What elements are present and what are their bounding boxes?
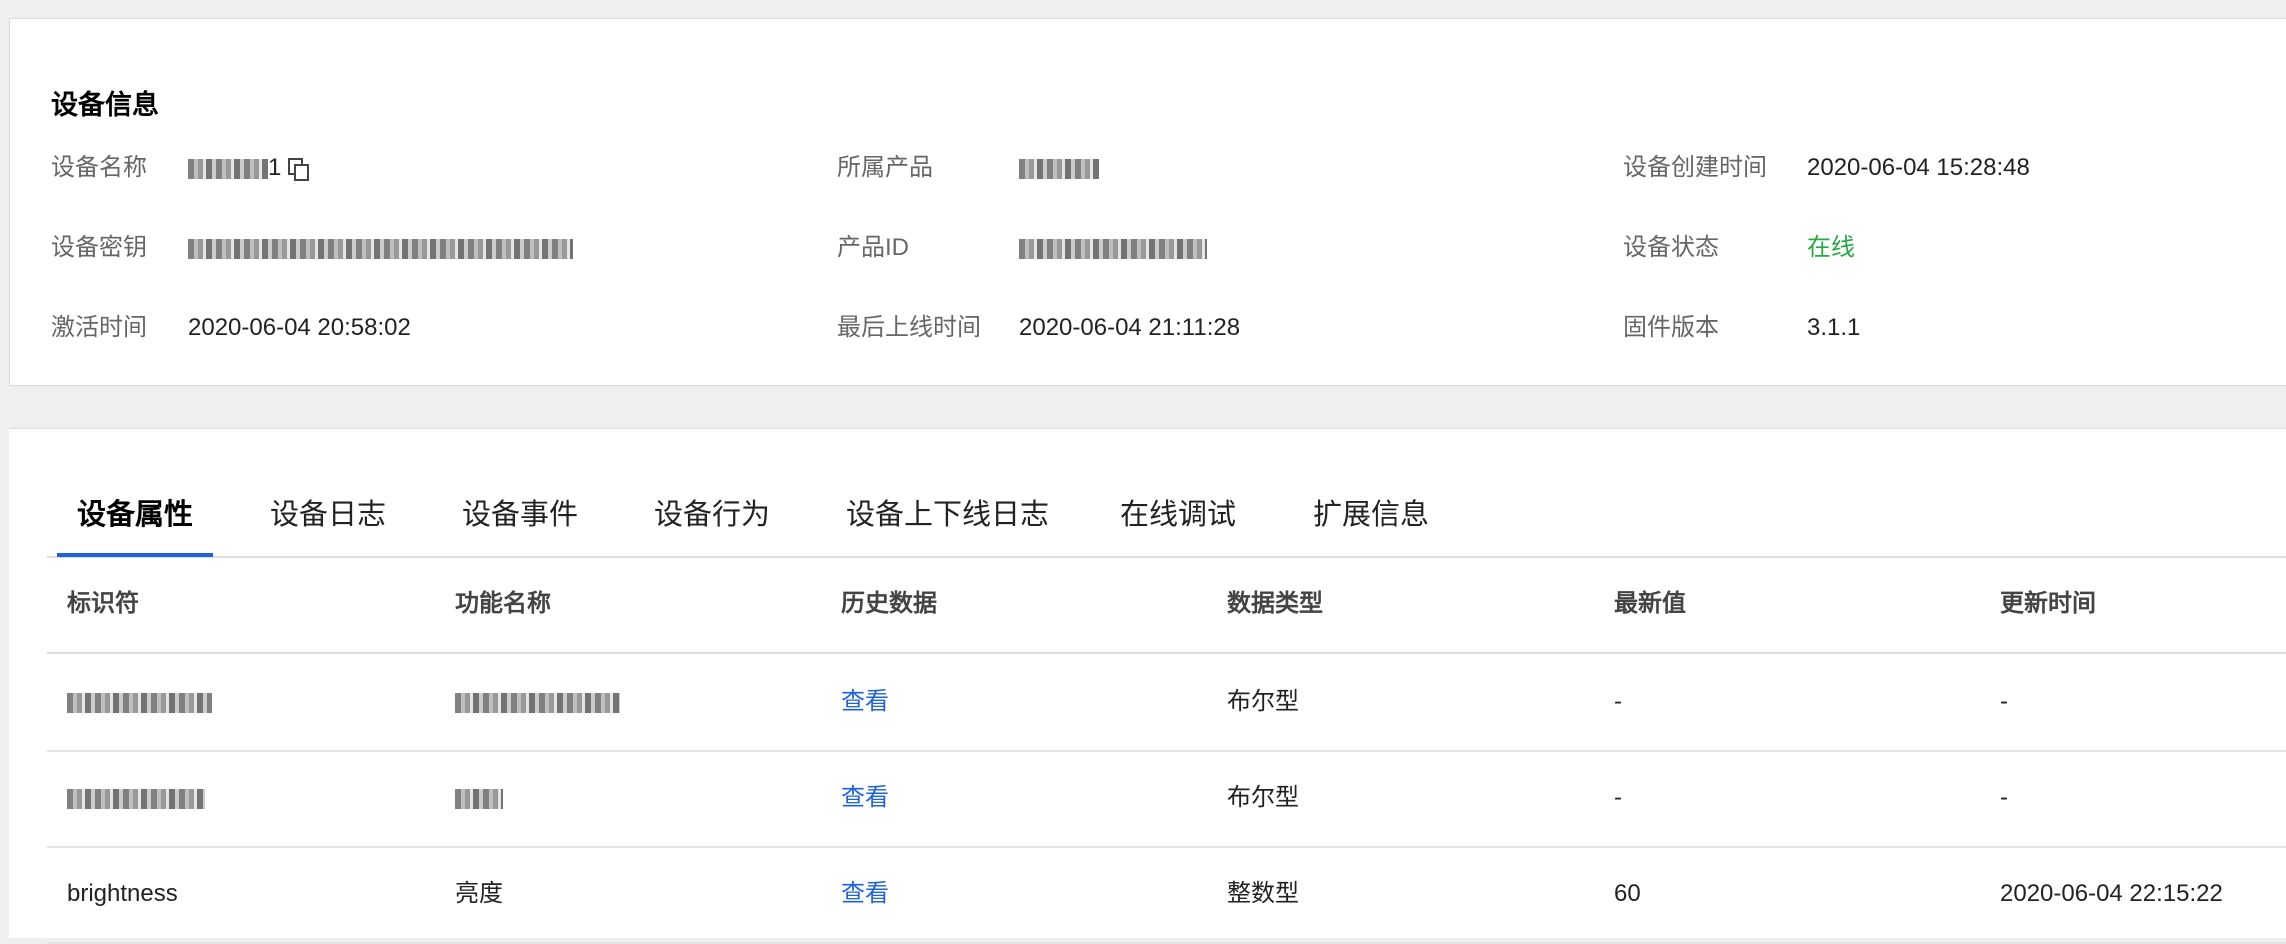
product-label: 所属产品: [837, 154, 933, 181]
header-update-time: 更新时间: [2000, 590, 2096, 617]
update-time-cell: -: [2000, 784, 2008, 811]
device-secret-value: [188, 233, 573, 263]
device-name-value: 1: [188, 153, 281, 183]
last-online-time-value: 2020-06-04 21:11:28: [1019, 314, 1241, 341]
device-detail-card: 设备属性 设备日志 设备事件 设备行为 设备上下线日志 在线调试 扩展信息 标识…: [9, 428, 2286, 944]
header-data-type: 数据类型: [1227, 590, 1323, 617]
identifier-cell: brightness: [67, 880, 178, 907]
latest-value-cell: -: [1614, 688, 1622, 715]
latest-value-cell: -: [1614, 784, 1622, 811]
redacted-identifier: [67, 788, 205, 809]
tab-online-offline-logs[interactable]: 设备上下线日志: [846, 473, 1049, 554]
tab-device-logs[interactable]: 设备日志: [270, 473, 386, 554]
redacted-function-name: [455, 788, 503, 809]
update-time-cell: -: [2000, 688, 2008, 715]
create-time-label: 设备创建时间: [1623, 154, 1767, 181]
tab-extended-info[interactable]: 扩展信息: [1313, 473, 1429, 554]
table-row: brightness 亮度 查看 整数型 60 2020-06-04 22:15…: [47, 846, 2286, 944]
device-status-value: 在线: [1807, 234, 1855, 261]
identifier-cell: [67, 750, 205, 846]
tab-device-events[interactable]: 设备事件: [462, 473, 578, 554]
last-online-time-label: 最后上线时间: [837, 314, 981, 341]
tab-device-properties[interactable]: 设备属性: [56, 473, 214, 557]
redacted-identifier: [67, 692, 212, 713]
tab-device-actions[interactable]: 设备行为: [654, 473, 770, 554]
device-name-label: 设备名称: [51, 154, 147, 181]
copy-icon[interactable]: [288, 158, 310, 182]
redacted-device-name: [188, 158, 268, 179]
device-status-label: 设备状态: [1623, 234, 1719, 261]
firmware-version-label: 固件版本: [1623, 314, 1719, 341]
tab-bar: 设备属性 设备日志 设备事件 设备行为 设备上下线日志 在线调试 扩展信息: [47, 473, 2286, 558]
data-type-cell: 布尔型: [1227, 688, 1299, 715]
table-row: 查看 布尔型 - -: [47, 654, 2286, 752]
device-info-card: 设备信息 设备名称 1 设备密钥 激活时间 2020-06-04 20:58:0…: [9, 18, 2286, 386]
redacted-product-id: [1019, 238, 1207, 259]
create-time-value: 2020-06-04 15:28:48: [1807, 154, 2030, 181]
redacted-product: [1019, 158, 1099, 179]
redacted-device-secret: [188, 238, 573, 259]
update-time-cell: 2020-06-04 22:15:22: [2000, 880, 2223, 907]
data-type-cell: 布尔型: [1227, 784, 1299, 811]
view-history-link[interactable]: 查看: [841, 654, 889, 750]
view-history-link[interactable]: 查看: [841, 750, 889, 846]
function-name-cell: 亮度: [455, 880, 503, 907]
table-row: 查看 布尔型 - -: [47, 750, 2286, 848]
firmware-version-value: 3.1.1: [1807, 314, 1861, 341]
product-id-label: 产品ID: [837, 234, 909, 261]
latest-value-cell: 60: [1614, 880, 1641, 907]
function-name-cell: [455, 750, 503, 846]
function-name-cell: [455, 654, 620, 750]
header-function-name: 功能名称: [455, 590, 551, 617]
identifier-cell: [67, 654, 212, 750]
device-secret-label: 设备密钥: [51, 234, 147, 261]
view-history-link[interactable]: 查看: [841, 846, 889, 942]
device-name-suffix: 1: [268, 154, 282, 181]
product-id-value: [1019, 233, 1207, 263]
product-value[interactable]: [1019, 153, 1099, 183]
activation-time-value: 2020-06-04 20:58:02: [188, 314, 411, 341]
header-latest-value: 最新值: [1614, 590, 1686, 617]
redacted-function-name: [455, 692, 620, 713]
tab-online-debug[interactable]: 在线调试: [1120, 473, 1236, 554]
data-type-cell: 整数型: [1227, 880, 1299, 907]
header-history: 历史数据: [841, 590, 937, 617]
activation-time-label: 激活时间: [51, 314, 147, 341]
device-info-title: 设备信息: [51, 90, 159, 120]
header-identifier: 标识符: [67, 590, 139, 617]
